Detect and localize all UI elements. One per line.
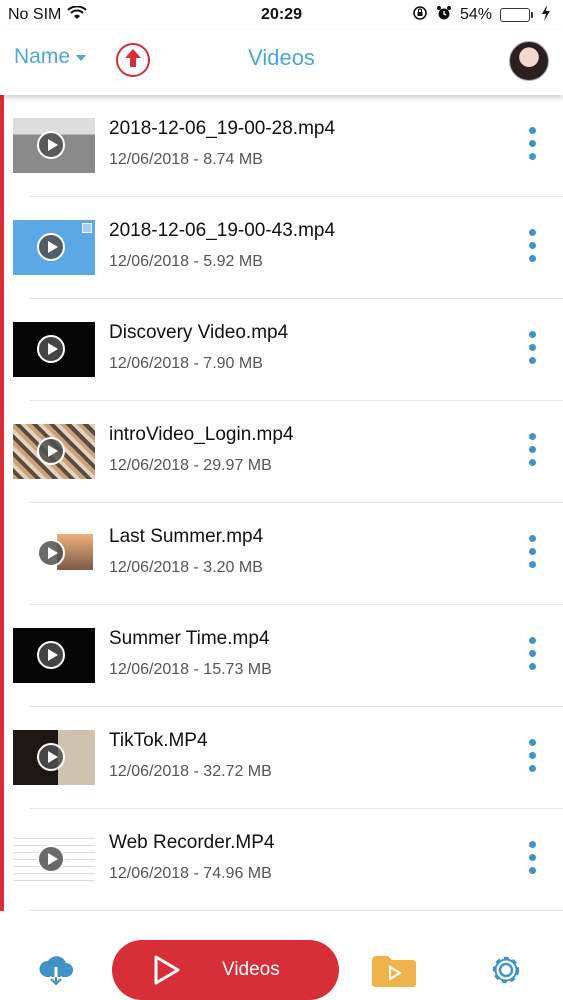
video-name: Web Recorder.MP4 — [109, 832, 275, 853]
avatar[interactable] — [509, 41, 549, 81]
video-row[interactable]: Discovery Video.mp4 12/06/2018 - 7.90 MB — [0, 299, 563, 401]
play-icon[interactable] — [37, 539, 65, 567]
video-name: Summer Time.mp4 — [109, 628, 270, 649]
video-thumbnail[interactable] — [13, 322, 95, 377]
video-list: 2018-12-06_19-00-28.mp4 12/06/2018 - 8.7… — [0, 95, 563, 911]
videos-tab-button[interactable]: Videos — [112, 940, 339, 1000]
play-icon[interactable] — [37, 233, 65, 261]
video-meta: 12/06/2018 - 7.90 MB — [109, 355, 263, 372]
more-options-icon[interactable] — [529, 535, 537, 568]
video-row[interactable]: 2018-12-06_19-00-28.mp4 12/06/2018 - 8.7… — [0, 95, 563, 197]
video-meta: 12/06/2018 - 15.73 MB — [109, 661, 272, 678]
video-row[interactable]: TikTok.MP4 12/06/2018 - 32.72 MB — [0, 707, 563, 809]
video-thumbnail[interactable] — [13, 424, 95, 479]
rotation-lock-icon — [412, 5, 428, 26]
alarm-icon — [436, 5, 452, 26]
video-thumbnail[interactable] — [13, 832, 95, 887]
bottom-tab-bar: Videos — [0, 935, 563, 1000]
play-icon — [150, 954, 182, 986]
clock: 20:29 — [261, 6, 302, 23]
play-icon[interactable] — [37, 437, 65, 465]
play-icon[interactable] — [37, 845, 65, 873]
video-meta: 12/06/2018 - 5.92 MB — [109, 253, 263, 270]
more-options-icon[interactable] — [529, 841, 537, 874]
folder-play-icon[interactable] — [370, 954, 418, 988]
play-icon[interactable] — [37, 335, 65, 363]
video-name: 2018-12-06_19-00-28.mp4 — [109, 118, 336, 139]
video-row[interactable]: Last Summer.mp4 12/06/2018 - 3.20 MB — [0, 503, 563, 605]
video-thumbnail[interactable] — [13, 730, 95, 785]
video-name: Last Summer.mp4 — [109, 526, 264, 547]
video-meta: 12/06/2018 - 29.97 MB — [109, 457, 272, 474]
nav-header: Name Videos — [0, 30, 563, 95]
settings-gear-icon[interactable] — [489, 953, 523, 987]
video-thumbnail[interactable] — [13, 220, 95, 275]
video-meta: 12/06/2018 - 8.74 MB — [109, 151, 263, 168]
video-name: TikTok.MP4 — [109, 730, 208, 751]
carrier-label: No SIM — [8, 6, 62, 23]
more-options-icon[interactable] — [529, 433, 537, 466]
cloud-download-icon[interactable] — [38, 953, 74, 987]
status-bar: No SIM 20:29 54% — [0, 0, 563, 30]
more-options-icon[interactable] — [529, 637, 537, 670]
battery-icon — [500, 8, 533, 22]
more-options-icon[interactable] — [529, 331, 537, 364]
video-meta: 12/06/2018 - 32.72 MB — [109, 763, 272, 780]
video-row[interactable]: introVideo_Login.mp4 12/06/2018 - 29.97 … — [0, 401, 563, 503]
page-title: Videos — [248, 45, 315, 70]
wifi-icon — [67, 4, 88, 25]
battery-percent: 54% — [459, 6, 492, 23]
video-thumbnail[interactable] — [13, 118, 95, 173]
charging-icon — [541, 4, 551, 26]
video-meta: 12/06/2018 - 3.20 MB — [109, 559, 263, 576]
video-name: 2018-12-06_19-00-43.mp4 — [109, 220, 336, 241]
video-thumbnail[interactable] — [13, 526, 95, 581]
more-options-icon[interactable] — [529, 229, 537, 262]
video-meta: 12/06/2018 - 74.96 MB — [109, 865, 272, 882]
video-row[interactable]: 2018-12-06_19-00-43.mp4 12/06/2018 - 5.9… — [0, 197, 563, 299]
play-icon[interactable] — [37, 743, 65, 771]
video-row[interactable]: Web Recorder.MP4 12/06/2018 - 74.96 MB — [0, 809, 563, 911]
more-options-icon[interactable] — [529, 739, 537, 772]
play-icon[interactable] — [37, 641, 65, 669]
video-name: introVideo_Login.mp4 — [109, 424, 294, 445]
video-row[interactable]: Summer Time.mp4 12/06/2018 - 15.73 MB — [0, 605, 563, 707]
more-options-icon[interactable] — [529, 127, 537, 160]
play-icon[interactable] — [37, 131, 65, 159]
video-name: Discovery Video.mp4 — [109, 322, 289, 343]
videos-tab-label: Videos — [222, 959, 280, 980]
video-thumbnail[interactable] — [13, 628, 95, 683]
